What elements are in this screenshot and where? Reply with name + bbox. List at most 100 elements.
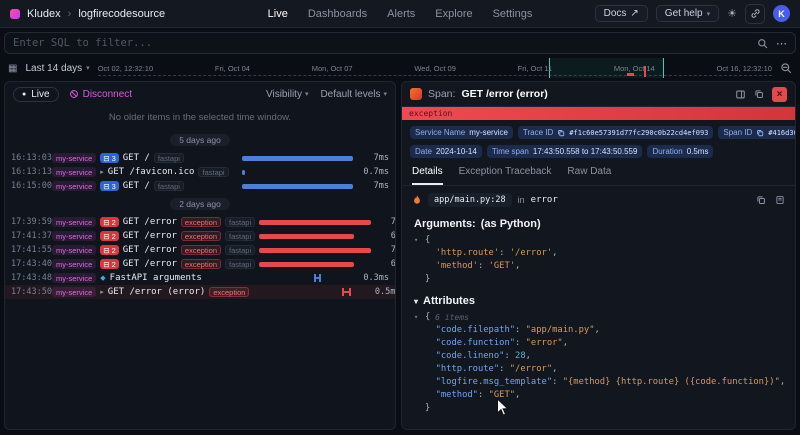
collapse-chevron-icon[interactable]: ▾ [414,311,425,324]
tab-settings[interactable]: Settings [493,8,533,20]
zoom-out-icon[interactable] [780,62,792,74]
duration-bar [314,274,321,282]
tab-dashboards[interactable]: Dashboards [308,8,367,20]
log-diamond-icon: ◆ [100,274,105,282]
disconnect-button[interactable]: Disconnect [69,89,132,100]
tab-alerts[interactable]: Alerts [387,8,415,20]
duration-bar [259,234,354,239]
logfire-flame-icon [412,194,422,206]
time-group-label: 2 days ago [170,198,230,210]
span-count-badge[interactable]: ⊟2 [100,245,118,255]
meta-label: Trace ID [523,128,553,137]
docs-button[interactable]: Docs ↗ [595,5,648,22]
share-link-icon[interactable] [745,4,765,24]
code-token: , [552,247,557,260]
trace-row[interactable]: 17:41:55my-service⊟2GET /errorexceptionf… [5,243,395,257]
expand-arrow-icon[interactable]: ▸ [100,288,104,296]
collapse-chevron-icon[interactable]: ▾ [414,234,425,247]
copy-span-icon[interactable] [754,89,764,99]
code-indent [425,376,436,389]
live-panel-controls: Visibility ▾ Default levels ▾ [266,89,387,100]
calendar-icon[interactable]: ▦ [8,63,17,74]
code-token: , [515,260,520,273]
levels-dropdown[interactable]: Default levels ▾ [320,89,387,100]
meta-time-span: Time span 17:43:50.558 to 17:43:50.559 [487,145,643,158]
code-token: "GET" [489,389,515,402]
span-duration: 0.7ms [362,167,389,177]
code-location-pill[interactable]: app/main.py:28 [428,193,512,207]
org-name[interactable]: Kludex [27,8,61,20]
expand-arrow-icon[interactable]: ▸ [100,168,104,176]
sql-filter-input[interactable] [13,37,749,49]
chevron-down-icon[interactable]: ▾ [414,297,418,306]
badge-count: 3 [112,154,116,163]
span-count-badge[interactable]: ⊟2 [100,217,118,227]
code-token: : [504,350,515,363]
tab-explore[interactable]: Explore [435,8,472,20]
tab-details[interactable]: Details [412,166,443,185]
copy-trace-id-icon[interactable] [557,129,565,137]
duration-bar [259,220,370,225]
external-link-icon: ↗ [630,8,638,19]
span-count-badge[interactable]: ⊟2 [100,259,118,269]
service-tag: my-service [52,167,96,177]
tab-live[interactable]: Live [268,8,288,20]
trace-row[interactable]: 17:39:59my-service⊟2GET /errorexceptionf… [5,215,395,229]
live-panel-header: ● Live Disconnect Visibility ▾ Default l… [5,82,395,106]
code-function-name: error [531,195,558,205]
span-detail-body: Arguments: (as Python) ▾{ 'http.route': … [402,207,795,417]
code-token: { [425,234,430,247]
span-detail-panel: Span: GET /error (error) × exception Ser… [401,81,796,430]
service-tag: my-service [52,245,96,255]
user-avatar[interactable]: K [773,5,790,22]
project-name[interactable]: logfirecodesource [78,8,165,20]
span-label: GET /error [123,245,177,255]
time-range-selector[interactable]: Last 14 days ▾ [25,63,89,74]
duration-bar-zone [242,182,358,190]
live-toggle-button[interactable]: ● Live [13,87,59,102]
trace-row[interactable]: 17:43:50my-service▸GET /error (error)exc… [5,285,395,299]
tab-raw-data[interactable]: Raw Data [567,166,611,185]
span-count-badge[interactable]: ⊟2 [100,231,118,241]
span-count-badge[interactable]: ⊟3 [100,153,118,163]
open-in-panel-icon[interactable] [735,89,746,100]
arguments-heading: Arguments: (as Python) [414,218,783,230]
span-meta-primary: Service Name my-service Trace ID #f1c60e… [402,120,795,139]
copy-span-id-icon[interactable] [756,129,764,137]
close-panel-button[interactable]: × [772,87,787,102]
code-token: : [499,363,510,376]
get-help-button[interactable]: Get help ▾ [656,5,719,22]
tab-exception-traceback[interactable]: Exception Traceback [459,166,552,185]
meta-label: Span ID [723,128,752,137]
code-token: , [563,337,568,350]
empty-window-message: No older items in the selected time wind… [5,112,395,123]
org-logo-icon[interactable] [10,9,20,19]
span-count-badge[interactable]: ⊟3 [100,181,118,191]
badge-count: 3 [112,182,116,191]
duration-bar-zone [259,260,375,268]
code-token: 'http.route' [436,247,500,260]
tag-fastapi: fastapi [154,153,184,163]
trace-row[interactable]: 16:15:00my-service⊟3GET /fastapi7ms [5,179,395,193]
timeline-bar: ▦ Last 14 days ▾ Oct 02, 12:32:10 Fri, O… [8,58,792,78]
trace-row[interactable]: 16:13:03my-service⊟3GET /fastapi7ms [5,151,395,165]
visibility-dropdown[interactable]: Visibility ▾ [266,89,308,100]
meta-label: Service Name [415,128,465,137]
trace-row[interactable]: 17:43:40my-service⊟2GET /errorexceptionf… [5,257,395,271]
copy-location-icon[interactable] [756,195,766,205]
chevron-down-icon: ▾ [707,10,711,18]
span-timestamp: 16:15:00 [11,181,48,191]
code-file-path: app/main.py:28 [434,195,506,205]
theme-toggle-icon[interactable]: ☀ [727,7,737,20]
tag-fastapi: fastapi [198,167,228,177]
timeline-track[interactable]: Oct 02, 12:32:10 Fri, Oct 04 Mon, Oct 07… [98,58,772,78]
span-duration: 7ms [379,245,395,255]
more-options-icon[interactable]: ⋯ [776,37,787,50]
trace-row[interactable]: 16:13:13my-service▸GET /favicon.icofasta… [5,165,395,179]
trace-row[interactable]: 17:43:48my-service◆FastAPI arguments0.3m… [5,271,395,285]
search-icon[interactable] [757,38,768,49]
span-label: GET /error [123,259,177,269]
in-keyword: in [518,195,525,205]
pin-location-icon[interactable] [775,195,785,205]
trace-row[interactable]: 17:41:37my-service⊟2GET /errorexceptionf… [5,229,395,243]
